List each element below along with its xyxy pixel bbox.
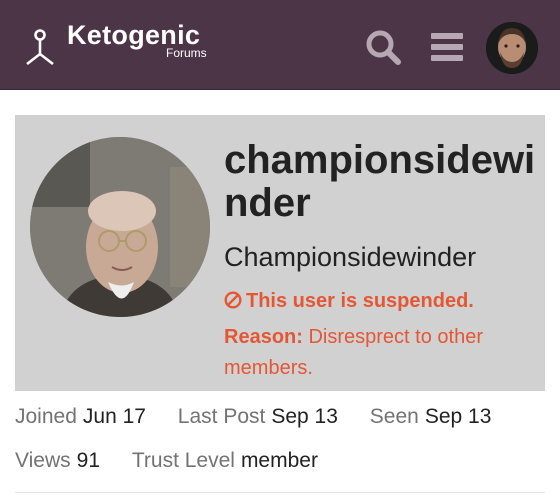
stat-last-post: Last Post Sep 13: [178, 405, 338, 429]
ban-icon: [224, 291, 242, 309]
user-profile-photo: [30, 137, 210, 317]
site-logo[interactable]: Ketogenic Forums: [20, 18, 220, 74]
profile-username: championsidewinder: [224, 138, 536, 225]
stat-trust-level-label: Trust Level: [131, 449, 235, 472]
stat-seen-value: Sep 13: [424, 405, 492, 428]
stat-last-post-label: Last Post: [177, 405, 266, 428]
search-button[interactable]: [363, 27, 403, 67]
stat-joined-label: Joined: [15, 405, 77, 428]
profile-full-name: Championsidewinder: [224, 242, 477, 272]
stat-trust-level-value: member: [240, 449, 318, 472]
divider: [15, 492, 545, 493]
stats-row: Joined Jun 17 Last Post Sep 13 Seen Sep 13: [15, 405, 517, 429]
hamburger-menu-icon: [431, 33, 463, 61]
suspended-message: This user is suspended.: [246, 290, 474, 312]
suspended-notice: This user is suspended.: [224, 290, 474, 313]
suspension-reason: Reason: Disresprect to other members.: [224, 322, 534, 384]
current-user-avatar[interactable]: [486, 22, 538, 74]
hamburger-menu-button[interactable]: [427, 27, 467, 67]
stat-views: Views 91: [15, 449, 100, 473]
stat-seen: Seen Sep 13: [370, 405, 492, 429]
stats-row: Views 91 Trust Level member: [15, 449, 344, 473]
stat-views-value: 91: [76, 449, 100, 472]
user-profile-card: championsidewinder Championsidewinder Th…: [15, 115, 545, 391]
logo-subtitle: Forums: [166, 46, 207, 60]
reason-label: Reason:: [224, 326, 303, 348]
stat-joined-value: Jun 17: [82, 405, 146, 428]
stat-trust-level: Trust Level member: [132, 449, 318, 473]
search-icon: [366, 30, 401, 65]
stat-joined: Joined Jun 17: [15, 405, 146, 429]
stat-last-post-value[interactable]: Sep 13: [271, 405, 338, 428]
site-header: Ketogenic Forums: [0, 0, 560, 90]
profile-photo-image: [30, 137, 210, 317]
stat-seen-label: Seen: [369, 405, 419, 428]
avatar-image: [486, 22, 538, 74]
molecule-logo-icon: [26, 29, 54, 66]
stat-views-label: Views: [15, 449, 71, 472]
